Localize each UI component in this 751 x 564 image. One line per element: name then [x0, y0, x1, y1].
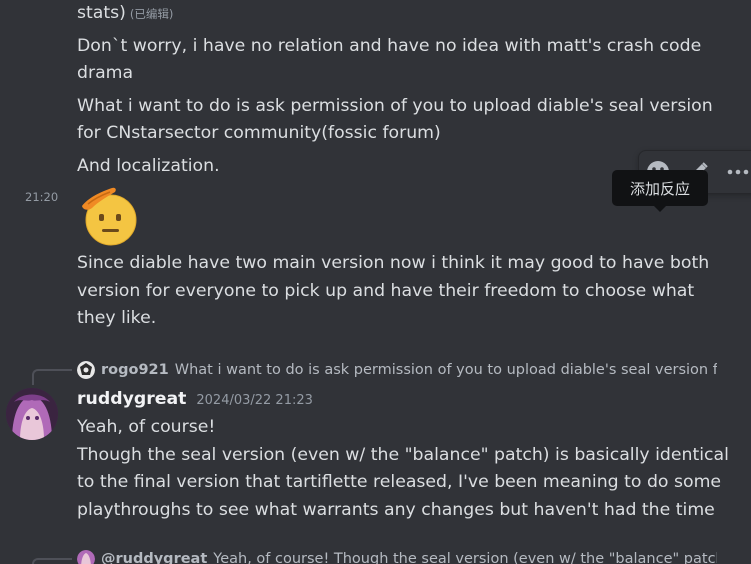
message-timestamp: 2024/03/22 21:23 [196, 393, 313, 408]
message-line: What i want to do is ask permission of y… [77, 96, 713, 116]
message-line: they like. [77, 308, 157, 328]
saluting-face-emoji [82, 187, 137, 246]
reply-preview-text: Yeah, of course! Though the seal version… [213, 551, 717, 564]
message-line: drama [77, 63, 134, 83]
message-line: Don`t worry, i have no relation and have… [77, 36, 702, 56]
message-timestamp: 21:20 [25, 190, 59, 204]
reply-preview-text: What i want to do is ask permission of y… [174, 362, 717, 378]
message-line: Though the seal version (even w/ the "ba… [77, 445, 729, 465]
user-avatar-image [6, 388, 58, 440]
author-name[interactable]: ruddygreat [77, 389, 186, 409]
edited-tag: (已编辑) [129, 7, 174, 21]
message-text: stats) [77, 3, 126, 23]
avatar [77, 550, 95, 564]
reply-author[interactable]: @ruddygreat [101, 551, 207, 564]
message-line: Yeah, of course! [77, 417, 216, 437]
message-line: And localization. [77, 156, 220, 176]
reply-author[interactable]: rogo921 [101, 362, 169, 378]
message-line: stats) (已编辑) [77, 0, 173, 28]
more-icon [727, 169, 749, 175]
avatar[interactable] [6, 388, 58, 440]
more-button[interactable] [723, 157, 751, 187]
message-line: for CNstarsector community(fossic forum) [77, 123, 441, 143]
message-line: version for everyone to pick up and have… [77, 281, 695, 301]
message-header: ruddygreat 2024/03/22 21:23 [77, 389, 313, 415]
reply-spine [32, 558, 72, 564]
add-reaction-tooltip: 添加反应 [612, 170, 708, 212]
message-line: to the final version that tartiflette re… [77, 472, 722, 492]
avatar [77, 361, 95, 379]
message-line: playthroughs to see what warrants any ch… [77, 500, 715, 520]
reply-spine [32, 369, 72, 385]
message-line: Since diable have two main version now i… [77, 253, 710, 273]
reply-reference[interactable]: rogo921 What i want to do is ask permiss… [77, 359, 717, 381]
chat-message-list: stats) (已编辑) Don`t worry, i have no relat… [0, 0, 751, 564]
reply-reference[interactable]: @ruddygreat Yeah, of course! Though the … [77, 548, 717, 564]
